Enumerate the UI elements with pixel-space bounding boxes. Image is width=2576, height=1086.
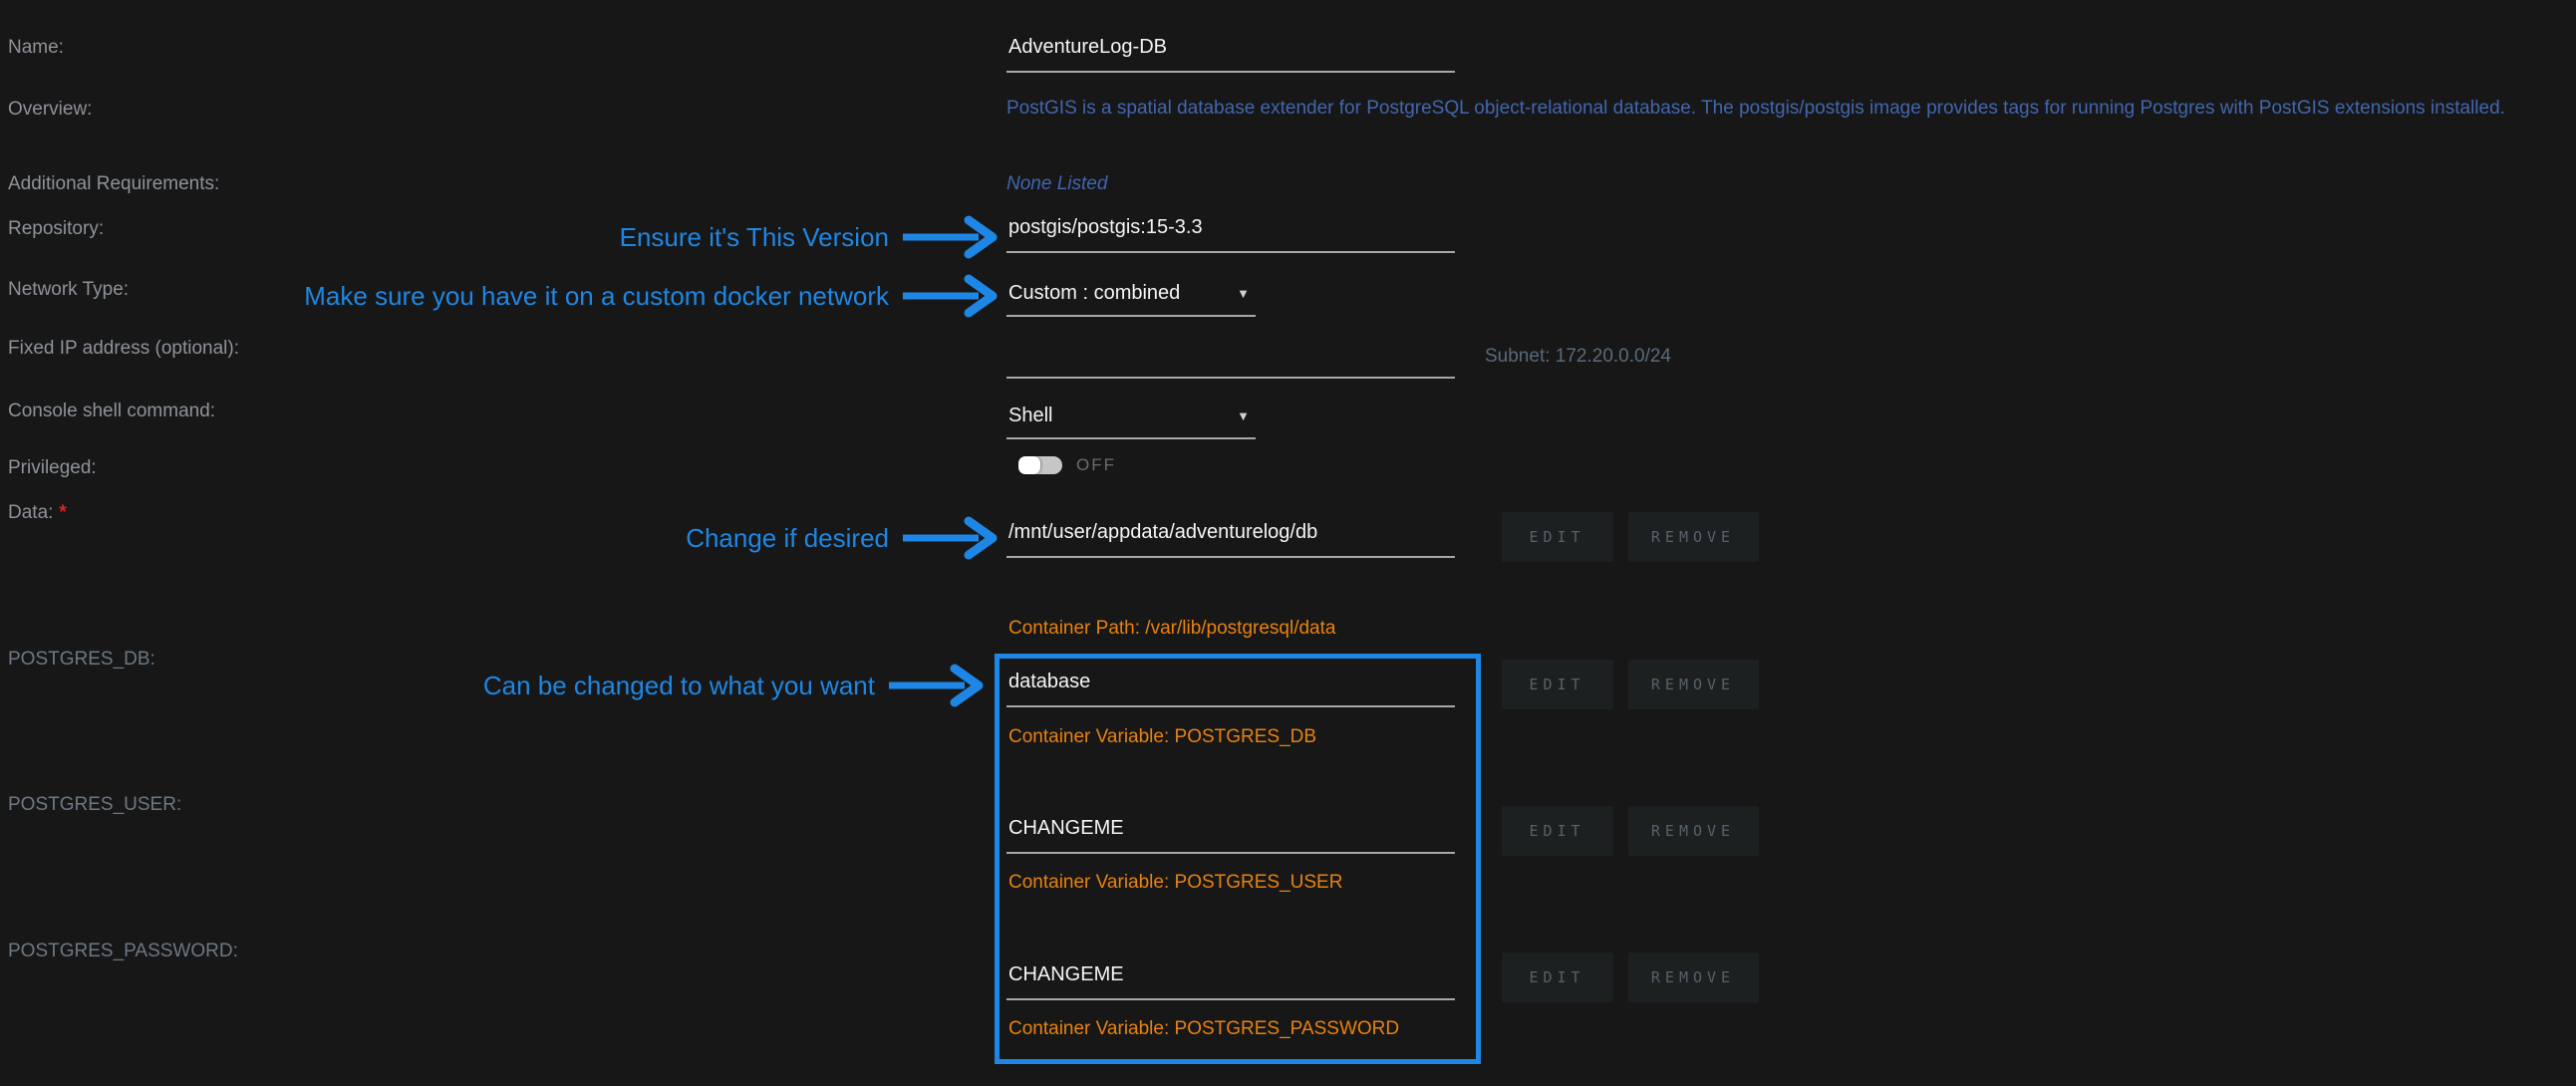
repository-label: Repository: [8, 218, 104, 240]
arrow-right-icon [901, 215, 1004, 259]
data-path-input[interactable] [1006, 521, 1455, 558]
postgres-password-container-variable-text: Container Variable: POSTGRES_PASSWORD [1008, 1018, 1399, 1040]
network-type-label: Network Type: [8, 279, 129, 301]
data-remove-button[interactable]: REMOVE [1628, 512, 1759, 562]
subnet-text: Subnet: 172.20.0.0/24 [1485, 346, 1671, 368]
annotation-network-text: Make sure you have it on a custom docker… [304, 281, 889, 312]
privileged-toggle[interactable] [1018, 456, 1062, 474]
console-shell-selected-value: Shell [1008, 405, 1052, 427]
additional-requirements-label: Additional Requirements: [8, 173, 219, 195]
console-shell-select[interactable]: Shell ▼ [1006, 405, 1256, 439]
postgres-db-remove-button[interactable]: REMOVE [1628, 660, 1759, 709]
postgres-db-edit-button[interactable]: EDIT [1502, 660, 1613, 709]
postgres-user-remove-button[interactable]: REMOVE [1628, 806, 1759, 856]
postgres-password-input[interactable] [1006, 963, 1455, 1000]
postgres-db-container-variable-text: Container Variable: POSTGRES_DB [1008, 726, 1316, 748]
required-asterisk: * [59, 502, 66, 523]
postgres-password-edit-button[interactable]: EDIT [1502, 952, 1613, 1002]
postgres-db-input[interactable] [1006, 671, 1455, 707]
docker-template-settings-form: Name: Overview: Additional Requirements:… [0, 0, 2576, 1086]
arrow-right-icon [887, 664, 991, 707]
name-input[interactable] [1006, 36, 1455, 73]
name-label: Name: [8, 37, 64, 59]
network-type-select[interactable]: Custom : combined ▼ [1006, 282, 1256, 317]
privileged-label: Privileged: [8, 457, 97, 479]
annotation-postgres-db: Can be changed to what you want [483, 664, 991, 707]
postgres-user-label: POSTGRES_USER: [8, 794, 181, 816]
overview-label: Overview: [8, 99, 92, 121]
annotation-data: Change if desired [686, 516, 1004, 560]
postgres-password-label: POSTGRES_PASSWORD: [8, 941, 238, 962]
postgres-user-edit-button[interactable]: EDIT [1502, 806, 1613, 856]
dropdown-arrow-icon: ▼ [1237, 405, 1250, 427]
repository-input[interactable] [1006, 216, 1455, 253]
annotation-network: Make sure you have it on a custom docker… [304, 274, 1004, 318]
annotation-repository-text: Ensure it's This Version [620, 222, 889, 253]
data-label-text: Data: [8, 502, 53, 523]
data-container-path-text: Container Path: /var/lib/postgresql/data [1008, 618, 1335, 640]
postgres-user-container-variable-text: Container Variable: POSTGRES_USER [1008, 872, 1342, 894]
overview-text: PostGIS is a spatial database extender f… [1006, 98, 2505, 120]
network-type-selected-value: Custom : combined [1008, 282, 1180, 305]
data-label: Data: * [8, 502, 67, 524]
toggle-knob [1018, 456, 1040, 474]
arrow-right-icon [901, 274, 1004, 318]
additional-requirements-value: None Listed [1006, 173, 1107, 195]
fixed-ip-input[interactable] [1006, 342, 1455, 379]
dropdown-arrow-icon: ▼ [1237, 282, 1250, 305]
annotation-repository: Ensure it's This Version [620, 215, 1004, 259]
data-edit-button[interactable]: EDIT [1502, 512, 1613, 562]
postgres-password-remove-button[interactable]: REMOVE [1628, 952, 1759, 1002]
console-shell-label: Console shell command: [8, 401, 215, 422]
annotation-data-text: Change if desired [686, 523, 889, 554]
annotation-postgres-db-text: Can be changed to what you want [483, 671, 875, 701]
postgres-db-label: POSTGRES_DB: [8, 649, 155, 671]
arrow-right-icon [901, 516, 1004, 560]
highlight-box [995, 654, 1481, 1064]
fixed-ip-label: Fixed IP address (optional): [8, 338, 239, 360]
postgres-user-input[interactable] [1006, 817, 1455, 854]
privileged-state-text: OFF [1076, 456, 1116, 474]
